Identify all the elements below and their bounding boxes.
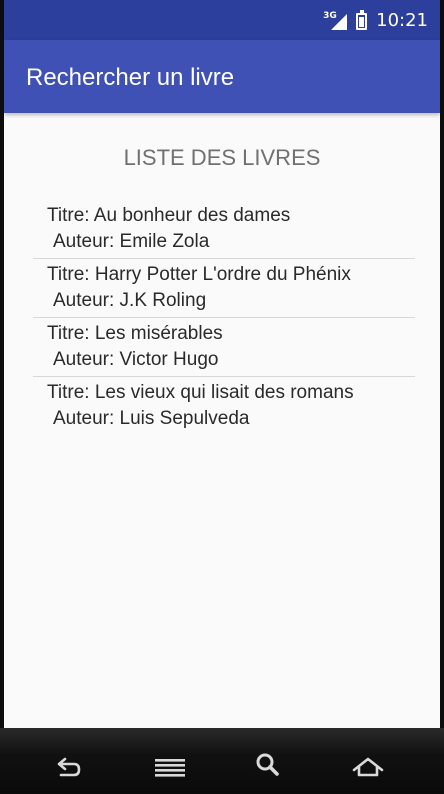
- signal-indicator: 3G: [323, 12, 348, 30]
- book-title: Titre: Les misérables: [47, 323, 223, 344]
- battery-icon: [356, 9, 368, 30]
- back-icon: [57, 757, 81, 777]
- screen: 3G 10:21 Rechercher un livre LISTE DES L…: [4, 0, 440, 728]
- status-clock: 10:21: [376, 10, 428, 31]
- list-heading: LISTE DES LIVRES: [123, 145, 321, 170]
- book-list: Titre: Au bonheur des dames Auteur: Emil…: [33, 200, 415, 435]
- app-title: Rechercher un livre: [26, 64, 235, 91]
- book-author: Auteur: J.K Roling: [53, 290, 207, 311]
- search-icon: [256, 753, 279, 776]
- menu-button[interactable]: [155, 750, 191, 786]
- status-bar: 3G 10:21: [4, 0, 440, 40]
- home-button[interactable]: [352, 750, 388, 786]
- home-icon: [352, 757, 384, 777]
- menu-icon: [155, 759, 185, 777]
- book-author: Auteur: Emile Zola: [53, 231, 210, 252]
- book-author: Auteur: Luis Sepulveda: [53, 408, 250, 429]
- book-title: Titre: Au bonheur des dames: [47, 205, 291, 226]
- book-list-item[interactable]: Titre: Les vieux qui lisait des romans A…: [33, 377, 415, 435]
- book-title: Titre: Harry Potter L'ordre du Phénix: [47, 264, 351, 285]
- book-list-item[interactable]: Titre: Harry Potter L'ordre du Phénix Au…: [33, 259, 415, 318]
- book-title: Titre: Les vieux qui lisait des romans: [47, 382, 354, 403]
- book-author: Auteur: Victor Hugo: [53, 349, 219, 370]
- back-button[interactable]: [50, 750, 86, 786]
- navigation-bar: [0, 728, 444, 794]
- cell-signal-icon: [331, 14, 348, 30]
- search-button[interactable]: [253, 750, 289, 786]
- app-bar: Rechercher un livre: [4, 40, 440, 113]
- status-indicators: 3G 10:21: [323, 9, 428, 32]
- book-list-item[interactable]: Titre: Au bonheur des dames Auteur: Emil…: [33, 200, 415, 259]
- book-list-item[interactable]: Titre: Les misérables Auteur: Victor Hug…: [33, 318, 415, 377]
- device-frame: 3G 10:21 Rechercher un livre LISTE DES L…: [0, 0, 444, 794]
